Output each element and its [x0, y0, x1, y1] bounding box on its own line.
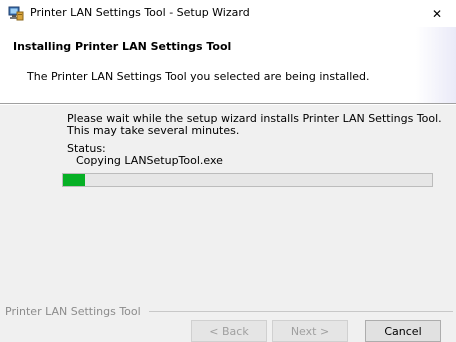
close-button[interactable]: ✕: [418, 0, 456, 27]
install-progress-bar: [62, 173, 433, 187]
wait-message: Please wait while the setup wizard insta…: [67, 112, 442, 137]
header-description: The Printer LAN Settings Tool you select…: [27, 70, 370, 83]
footer-brand-line: Printer LAN Settings Tool: [5, 305, 453, 318]
close-icon: ✕: [431, 6, 443, 21]
wizard-header: Installing Printer LAN Settings Tool The…: [0, 27, 456, 103]
next-button[interactable]: Next >: [272, 320, 348, 342]
header-title: Installing Printer LAN Settings Tool: [13, 40, 232, 53]
window-title: Printer LAN Settings Tool - Setup Wizard: [30, 6, 250, 19]
back-button[interactable]: < Back: [191, 320, 267, 342]
status-value: Copying LANSetupTool.exe: [76, 154, 223, 167]
header-divider: [0, 103, 456, 105]
footer-rule: [148, 311, 453, 312]
progress-fill: [63, 174, 86, 186]
installer-computer-icon: [8, 5, 24, 21]
cancel-button[interactable]: Cancel: [365, 320, 441, 342]
footer-brand: Printer LAN Settings Tool: [5, 305, 141, 318]
title-bar[interactable]: Printer LAN Settings Tool - Setup Wizard…: [0, 0, 456, 27]
header-banner-gradient: [416, 27, 456, 103]
